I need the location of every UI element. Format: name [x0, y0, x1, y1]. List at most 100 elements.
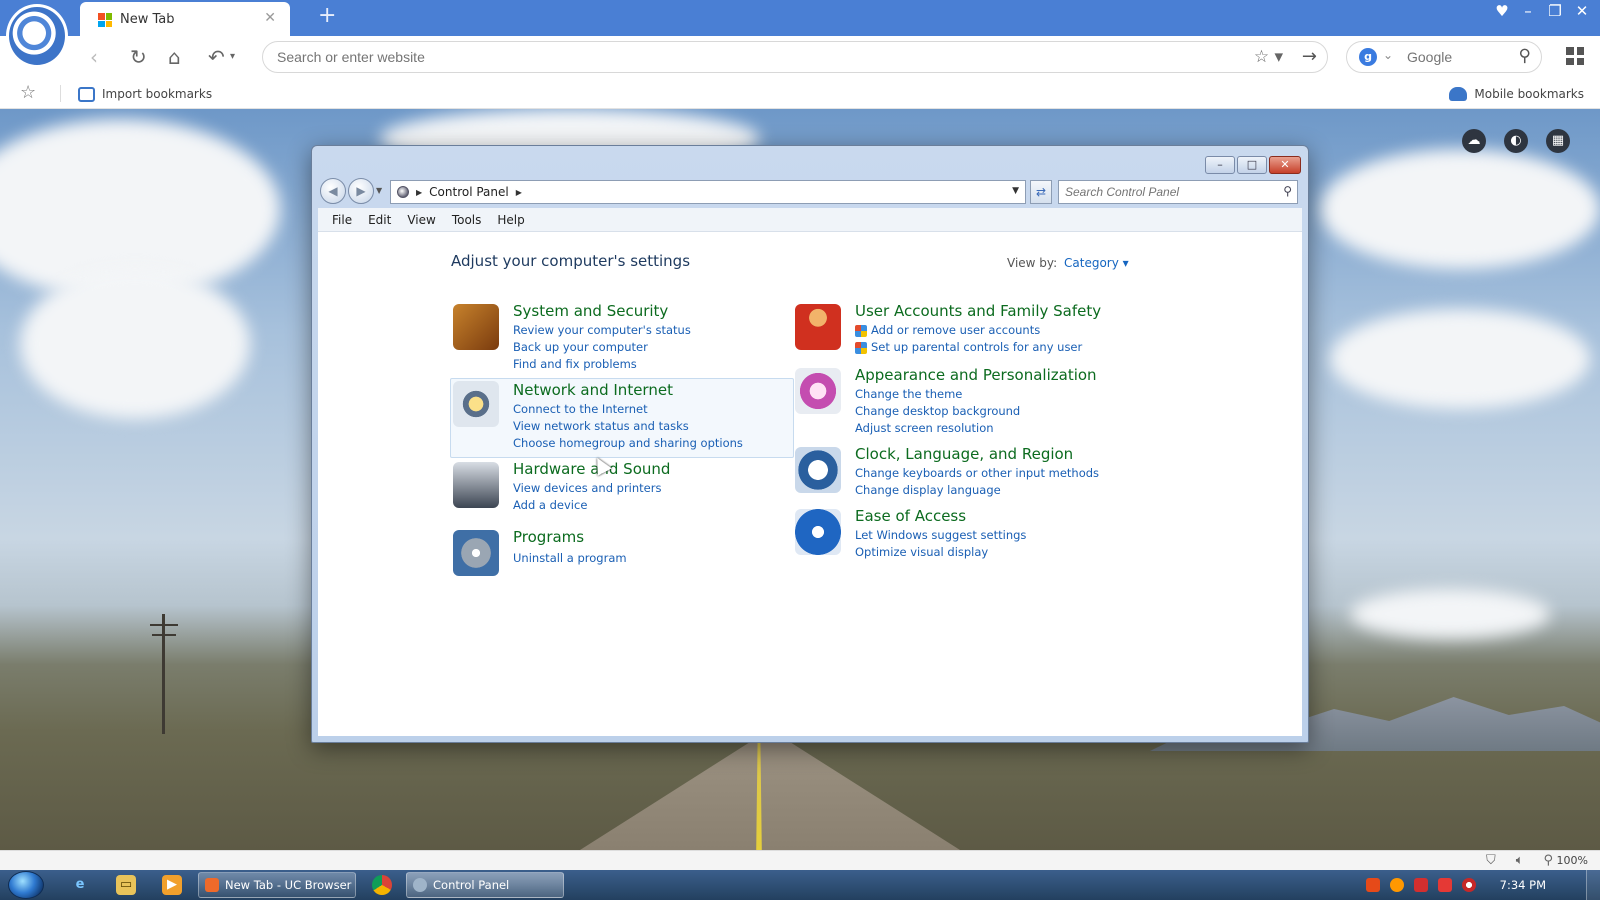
search-icon[interactable]: ⚲ — [1519, 46, 1531, 66]
category-title[interactable]: Appearance and Personalization — [855, 366, 1097, 384]
action-center-flag-icon[interactable] — [1413, 878, 1428, 892]
cp-address-bar[interactable]: ▶ Control Panel ▶ ▼ — [390, 180, 1026, 204]
apps-grid-icon[interactable]: ▦ — [1546, 129, 1570, 153]
control-panel-window: – □ ✕ ◀ ▶ ▼ ▶ Control Panel ▶ ▼ ⇄ ⚲ File… — [311, 145, 1309, 743]
taskbar-item-control-panel[interactable]: Control Panel — [406, 872, 564, 898]
bookmark-star-icon[interactable]: ☆ ▾ — [1254, 47, 1283, 67]
link-suggest-settings[interactable]: Let Windows suggest settings — [855, 527, 1026, 544]
skin-icon[interactable]: ♥ — [1490, 2, 1514, 20]
browser-tab-new-tab[interactable]: New Tab ✕ — [80, 2, 290, 36]
link-network-status[interactable]: View network status and tasks — [513, 418, 743, 435]
link-connect-internet[interactable]: Connect to the Internet — [513, 401, 743, 418]
link-add-device[interactable]: Add a device — [513, 497, 661, 514]
import-bookmarks-label: Import bookmarks — [102, 87, 213, 101]
tray-app-icon[interactable] — [1461, 878, 1476, 892]
link-optimize-display[interactable]: Optimize visual display — [855, 544, 1026, 561]
view-by-dropdown[interactable]: Category ▾ — [1064, 256, 1129, 270]
back-icon[interactable]: ‹ — [90, 45, 98, 69]
cp-close-button[interactable]: ✕ — [1269, 156, 1301, 174]
cp-back-button[interactable]: ◀ — [320, 178, 346, 204]
show-desktop-button[interactable] — [1586, 870, 1600, 900]
minimize-window-button[interactable]: – — [1516, 2, 1540, 20]
uc-browser-logo[interactable] — [6, 4, 68, 68]
file-explorer-icon[interactable]: ▭ — [116, 875, 136, 895]
category-links: Uninstall a program — [513, 550, 627, 567]
category-title[interactable]: Network and Internet — [513, 381, 673, 399]
link-uninstall-program[interactable]: Uninstall a program — [513, 550, 627, 567]
address-bar[interactable]: ☆ ▾ → — [262, 41, 1328, 73]
link-devices-printers[interactable]: View devices and printers — [513, 480, 661, 497]
cloud-sync-icon[interactable]: ☁ — [1462, 129, 1486, 153]
menu-view[interactable]: View — [399, 209, 443, 231]
cp-search-box[interactable]: ⚲ — [1058, 180, 1298, 204]
cp-refresh-button[interactable]: ⇄ — [1030, 180, 1052, 204]
search-icon[interactable]: ⚲ — [1283, 184, 1292, 198]
close-window-button[interactable]: ✕ — [1570, 2, 1594, 20]
tray-app-icon[interactable] — [1365, 878, 1380, 892]
taskbar-item-uc-browser[interactable]: New Tab - UC Browser — [198, 872, 356, 898]
cp-minimize-button[interactable]: – — [1205, 156, 1235, 174]
recent-pages-dropdown-icon[interactable]: ▼ — [376, 186, 382, 195]
tray-monitor-icon[interactable] — [1437, 878, 1452, 892]
tray-app-icon[interactable] — [1389, 878, 1404, 892]
breadcrumb-separator-icon[interactable]: ▶ — [416, 188, 422, 197]
chrome-icon[interactable] — [372, 875, 392, 895]
control-panel-icon — [397, 186, 409, 198]
volume-icon[interactable]: 🔈︎ — [1516, 853, 1524, 868]
zoom-control[interactable]: ⚲ 100% — [1544, 853, 1588, 868]
tab-close-icon[interactable]: ✕ — [264, 10, 276, 26]
address-input[interactable] — [277, 49, 1177, 65]
chevron-down-icon[interactable]: ⌄ — [1383, 48, 1393, 62]
go-arrow-icon[interactable]: → — [1302, 46, 1317, 67]
new-tab-button[interactable]: + — [318, 3, 336, 28]
restore-window-button[interactable]: ❐ — [1543, 2, 1567, 20]
reload-icon[interactable]: ↻ — [130, 45, 147, 69]
link-change-theme[interactable]: Change the theme — [855, 386, 1020, 403]
link-label: Add a device — [513, 498, 588, 512]
link-screen-resolution[interactable]: Adjust screen resolution — [855, 420, 1020, 437]
taskbar-clock[interactable]: 7:34 PM — [1500, 878, 1546, 892]
apps-grid-icon[interactable] — [1566, 47, 1584, 65]
category-network-and-internet[interactable]: Network and Internet Connect to the Inte… — [450, 378, 794, 458]
menu-edit[interactable]: Edit — [360, 209, 399, 231]
breadcrumb-control-panel[interactable]: Control Panel — [429, 185, 509, 199]
breadcrumb-separator-icon[interactable]: ▶ — [516, 188, 522, 197]
start-button[interactable] — [8, 871, 44, 899]
menu-tools[interactable]: Tools — [444, 209, 490, 231]
mobile-bookmarks-link[interactable]: Mobile bookmarks — [1449, 84, 1584, 104]
search-engine-box[interactable]: g ⌄ ⚲ — [1346, 41, 1542, 73]
menu-file[interactable]: File — [324, 209, 360, 231]
menu-help[interactable]: Help — [489, 209, 532, 231]
undo-dropdown-icon[interactable]: ▾ — [230, 51, 235, 62]
internet-explorer-icon[interactable]: e — [70, 875, 90, 895]
category-title[interactable]: Ease of Access — [855, 507, 966, 525]
import-bookmarks-link[interactable]: Import bookmarks — [78, 84, 212, 104]
link-parental-controls[interactable]: Set up parental controls for any user — [855, 339, 1082, 356]
cp-maximize-button[interactable]: □ — [1237, 156, 1267, 174]
undo-close-icon[interactable]: ↶ — [208, 45, 225, 69]
link-add-remove-accounts[interactable]: Add or remove user accounts — [855, 322, 1082, 339]
link-display-language[interactable]: Change display language — [855, 482, 1099, 499]
link-homegroup-sharing[interactable]: Choose homegroup and sharing options — [513, 435, 743, 452]
security-shield-icon[interactable]: ⛉ — [1486, 853, 1496, 868]
hardware-sound-icon — [453, 462, 499, 508]
category-title[interactable]: Clock, Language, and Region — [855, 445, 1073, 463]
link-desktop-background[interactable]: Change desktop background — [855, 403, 1020, 420]
theme-palette-icon[interactable]: ◐ — [1504, 129, 1528, 153]
search-input[interactable] — [1407, 49, 1507, 65]
category-title[interactable]: User Accounts and Family Safety — [855, 302, 1101, 320]
link-find-fix-problems[interactable]: Find and fix problems — [513, 356, 691, 373]
bookmarks-star-icon[interactable]: ☆ — [20, 82, 36, 103]
category-title[interactable]: Programs — [513, 528, 584, 546]
link-keyboards-input[interactable]: Change keyboards or other input methods — [855, 465, 1099, 482]
address-history-dropdown-icon[interactable]: ▼ — [1012, 186, 1019, 196]
clock-language-icon — [795, 447, 841, 493]
category-title[interactable]: System and Security — [513, 302, 668, 320]
cp-search-input[interactable] — [1065, 185, 1265, 199]
link-back-up[interactable]: Back up your computer — [513, 339, 691, 356]
search-engine-icon[interactable]: g — [1359, 48, 1377, 66]
cp-forward-button[interactable]: ▶ — [348, 178, 374, 204]
link-review-status[interactable]: Review your computer's status — [513, 322, 691, 339]
media-player-icon[interactable]: ▶ — [162, 875, 182, 895]
home-icon[interactable]: ⌂ — [168, 45, 181, 69]
